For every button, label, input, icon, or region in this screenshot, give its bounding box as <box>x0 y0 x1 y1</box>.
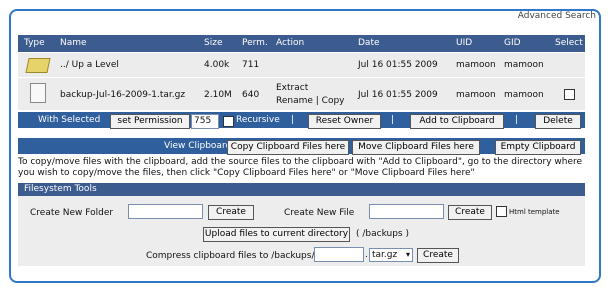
col-name[interactable]: Name <box>60 38 87 48</box>
compress-create-button[interactable]: Create <box>417 248 459 263</box>
table-row: ../ Up a Level 4.00k 711 Jul 16 01:55 20… <box>18 52 585 77</box>
row-name[interactable]: ../ Up a Level <box>60 60 119 70</box>
row-date: Jul 16 01:55 2009 <box>358 90 438 100</box>
filesystem-tools-title: Filesystem Tools <box>24 184 97 194</box>
create-folder-button[interactable]: Create <box>208 205 254 220</box>
add-to-clipboard-button[interactable]: Add to Clipboard <box>410 114 504 129</box>
filesystem-tools-header: Filesystem Tools <box>18 183 585 196</box>
with-selected-label: With Selected <box>38 115 101 125</box>
col-select: Select <box>555 38 583 48</box>
permission-input[interactable]: 755 <box>191 114 219 129</box>
row-size: 4.00k <box>204 60 230 70</box>
upload-path: ( /backups ) <box>356 229 409 239</box>
delete-button[interactable]: Delete <box>535 114 581 129</box>
archive-file-icon <box>30 83 46 103</box>
advanced-search-link[interactable]: Advanced Search <box>518 11 596 21</box>
row-date: Jul 16 01:55 2009 <box>358 60 438 70</box>
chevron-down-icon: ▾ <box>405 250 410 259</box>
col-date[interactable]: Date <box>358 38 380 48</box>
row-gid: mamoon <box>504 60 544 70</box>
new-folder-label: Create New Folder <box>30 208 114 218</box>
set-permission-button[interactable]: set Permission <box>110 114 190 129</box>
row-perm[interactable]: 640 <box>242 90 259 100</box>
col-action: Action <box>276 38 305 48</box>
separator: | <box>515 115 519 125</box>
table-row: backup-Jul-16-2009-1.tar.gz 2.10M 640 Ex… <box>18 77 585 110</box>
new-file-input[interactable] <box>369 204 444 219</box>
col-gid[interactable]: GID <box>504 38 521 48</box>
row-perm[interactable]: 711 <box>242 60 259 70</box>
move-clipboard-button[interactable]: Move Clipboard Files here <box>352 140 480 155</box>
html-template-label: Html template <box>509 208 560 216</box>
row-uid: mamoon <box>456 60 496 70</box>
upload-files-button[interactable]: Upload files to current directory <box>203 227 350 242</box>
table-header: Type Name Size Perm. Action Date UID GID… <box>18 35 585 52</box>
separator: | <box>391 115 395 125</box>
col-size[interactable]: Size <box>204 38 222 48</box>
row-size: 2.10M <box>204 90 232 100</box>
separator: | <box>291 115 295 125</box>
rename-copy-links[interactable]: Rename | Copy <box>276 96 345 106</box>
col-perm[interactable]: Perm. <box>242 38 268 48</box>
compress-format-value: tar.gz <box>372 250 398 260</box>
select-checkbox[interactable] <box>564 89 575 100</box>
new-folder-input[interactable] <box>128 204 203 219</box>
folder-icon[interactable] <box>25 58 51 73</box>
recursive-checkbox[interactable] <box>223 116 234 127</box>
html-template-checkbox[interactable] <box>496 206 507 217</box>
extract-link[interactable]: Extract <box>276 83 308 93</box>
col-type: Type <box>24 38 45 48</box>
compress-dot: . <box>365 250 368 260</box>
compress-filename-input[interactable] <box>314 247 364 262</box>
empty-clipboard-button[interactable]: Empty Clipboard <box>495 140 581 155</box>
clipboard-instructions: To copy/move files with the clipboard, a… <box>18 157 583 178</box>
view-clipboard-link[interactable]: View Clipboard <box>164 141 231 151</box>
new-file-label: Create New File <box>284 208 355 218</box>
recursive-label: Recursive <box>236 115 280 125</box>
reset-owner-button[interactable]: Reset Owner <box>308 114 381 129</box>
row-name[interactable]: backup-Jul-16-2009-1.tar.gz <box>60 90 185 100</box>
compress-format-select[interactable]: tar.gz ▾ <box>369 248 413 262</box>
col-uid[interactable]: UID <box>456 38 472 48</box>
row-gid: mamoon <box>504 90 544 100</box>
row-uid: mamoon <box>456 90 496 100</box>
compress-label: Compress clipboard files to /backups/ <box>146 251 315 261</box>
create-file-button[interactable]: Create <box>448 205 492 220</box>
copy-clipboard-button[interactable]: Copy Clipboard Files here <box>227 140 349 155</box>
